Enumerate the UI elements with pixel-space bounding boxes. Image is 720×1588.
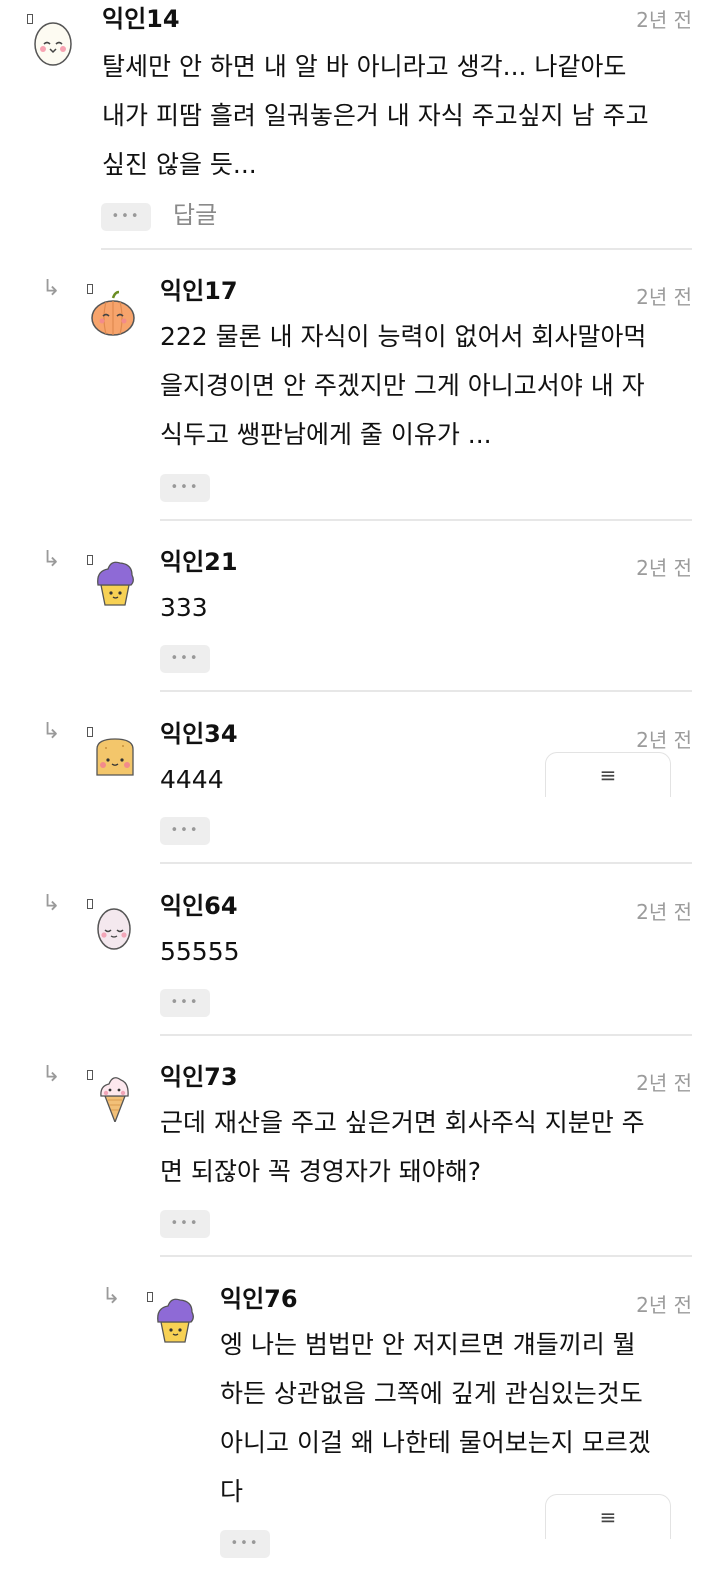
purple-cupcake-icon bbox=[97, 561, 134, 606]
comment-line: 근데 재산을 주고 싶은거면 회사주식 지분만 주 bbox=[160, 1108, 645, 1137]
author-name: 익인21 bbox=[160, 548, 238, 576]
reply-arrow-icon: ↳ bbox=[42, 276, 61, 301]
divider bbox=[101, 248, 692, 250]
comment-line: 55555 bbox=[160, 937, 240, 966]
comment-line: 싶진 않을 듯... bbox=[102, 150, 257, 179]
author-name: 익인73 bbox=[160, 1063, 238, 1091]
reply-arrow-icon: ↳ bbox=[42, 891, 61, 916]
comment-line: 면 되잖아 꼭 경영자가 돼야해? bbox=[160, 1157, 482, 1186]
comment-item: ↳ 익인21 2년 전 333 ••• bbox=[0, 541, 720, 693]
comment-item: ↳ 익인17 2년 전 222 물론 내 자식이 능력이 없어서 회사말아먹 을… bbox=[0, 270, 720, 522]
purple-cupcake-icon bbox=[157, 1298, 194, 1343]
more-options-button[interactable]: ••• bbox=[220, 1530, 270, 1558]
author-name: 익인14 bbox=[102, 5, 180, 33]
divider bbox=[160, 862, 692, 864]
author-name: 익인76 bbox=[220, 1285, 298, 1313]
comment-line: 을지경이면 안 주겠지만 그게 아니고서야 내 자 bbox=[160, 371, 645, 400]
reply-arrow-icon: ↳ bbox=[42, 547, 61, 572]
pumpkin-icon bbox=[91, 290, 135, 336]
reply-arrow-icon: ↳ bbox=[102, 1284, 121, 1309]
more-options-button[interactable]: ••• bbox=[160, 817, 210, 845]
egg-sleepy-icon bbox=[97, 908, 131, 950]
more-options-button[interactable]: ••• bbox=[160, 989, 210, 1017]
comment-item: ↳ 익인73 2년 전 근데 재산을 주고 싶은거면 회사주식 지분만 주 면 … bbox=[0, 1056, 720, 1258]
timestamp: 2년 전 bbox=[636, 1293, 692, 1317]
comment-line: 4444 bbox=[160, 765, 224, 794]
reply-arrow-icon: ↳ bbox=[42, 719, 61, 744]
divider bbox=[160, 1255, 692, 1257]
divider bbox=[160, 690, 692, 692]
egg-face-icon bbox=[34, 22, 72, 66]
hamburger-menu-icon: ≡ bbox=[599, 1505, 617, 1529]
author-name: 익인34 bbox=[160, 720, 238, 748]
timestamp: 2년 전 bbox=[636, 1071, 692, 1095]
floating-menu-button[interactable]: ≡ bbox=[545, 752, 671, 797]
comment-item: ↳ 익인64 2년 전 55555 ••• bbox=[0, 885, 720, 1037]
reply-arrow-icon: ↳ bbox=[42, 1062, 61, 1087]
comment-line: 내가 피땀 흘려 일궈놓은거 내 자식 주고싶지 남 주고 bbox=[102, 101, 649, 130]
author-name: 익인64 bbox=[160, 892, 238, 920]
more-options-button[interactable]: ••• bbox=[160, 474, 210, 502]
more-options-button[interactable]: ••• bbox=[160, 645, 210, 673]
divider bbox=[160, 519, 692, 521]
divider bbox=[160, 1034, 692, 1036]
reply-button[interactable]: 답글 bbox=[173, 200, 217, 230]
comment-line: 다 bbox=[220, 1477, 244, 1506]
author-name: 익인17 bbox=[160, 277, 238, 305]
comment-line: 식두고 쌩판남에게 줄 이유가 ... bbox=[160, 420, 492, 449]
comment-line: 하든 상관없음 그쪽에 깊게 관심있는것도 bbox=[220, 1379, 643, 1408]
toast-icon bbox=[96, 738, 134, 776]
timestamp: 2년 전 bbox=[636, 728, 692, 752]
hamburger-menu-icon: ≡ bbox=[599, 763, 617, 787]
more-options-button[interactable]: ••• bbox=[101, 203, 151, 231]
comment-line: 엥 나는 범법만 안 저지르면 걔들끼리 뭘 bbox=[220, 1330, 636, 1359]
floating-menu-button[interactable]: ≡ bbox=[545, 1494, 671, 1539]
comment-line: 333 bbox=[160, 593, 208, 622]
ice-cream-cone-icon bbox=[100, 1077, 129, 1122]
comment-item: ↳ 익인76 2년 전 엥 나는 범법만 안 저지르면 걔들끼리 뭘 하든 상관… bbox=[0, 1278, 720, 1588]
comment-line: 탈세만 안 하면 내 알 바 아니라고 생각... 나같아도 bbox=[102, 52, 627, 81]
comment-line: 아니고 이걸 왜 나한테 물어보는지 모르겠 bbox=[220, 1428, 651, 1457]
timestamp: 2년 전 bbox=[636, 556, 692, 580]
comment-line: 222 물론 내 자식이 능력이 없어서 회사말아먹 bbox=[160, 322, 647, 351]
timestamp: 2년 전 bbox=[636, 900, 692, 924]
more-options-button[interactable]: ••• bbox=[160, 1210, 210, 1238]
comment-item: 익인14 2년 전 탈세만 안 하면 내 알 바 아니라고 생각... 나같아도… bbox=[0, 0, 720, 250]
timestamp: 2년 전 bbox=[636, 285, 692, 309]
timestamp: 2년 전 bbox=[636, 8, 692, 32]
